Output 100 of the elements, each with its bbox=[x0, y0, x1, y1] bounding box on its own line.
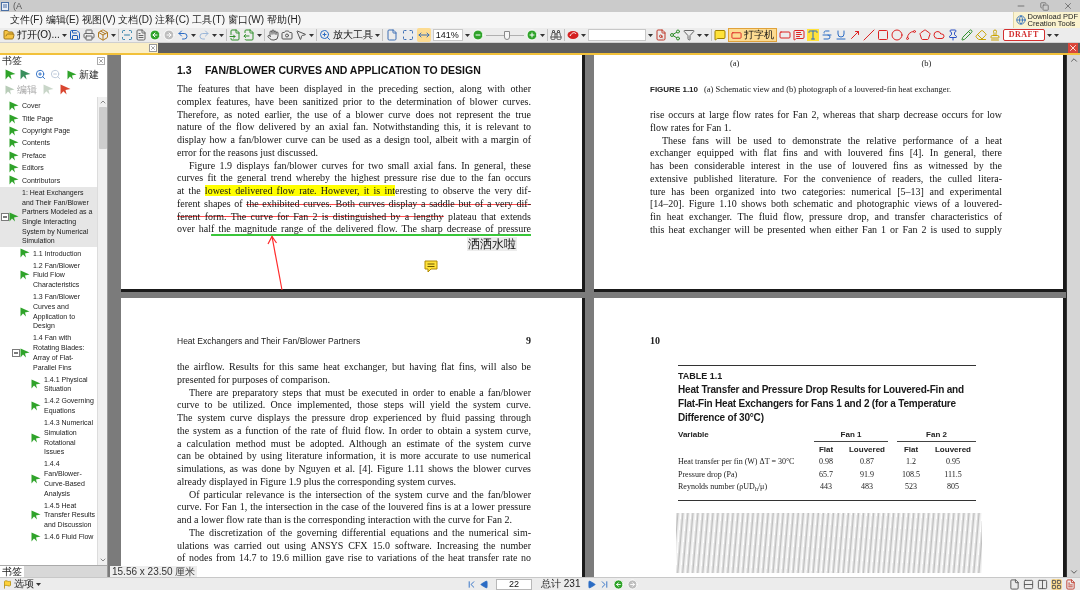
previous-page-icon[interactable] bbox=[480, 579, 489, 589]
flag-icon[interactable] bbox=[3, 579, 12, 589]
typewriter-button[interactable]: 打字机 bbox=[727, 28, 777, 42]
globe-icon[interactable] bbox=[1015, 15, 1026, 25]
note-icon[interactable] bbox=[424, 260, 438, 273]
page-number-field[interactable]: 22 bbox=[496, 578, 532, 590]
menu-item[interactable]: 注释(C) bbox=[154, 12, 191, 28]
caret-icon[interactable] bbox=[110, 33, 116, 37]
caret-icon[interactable] bbox=[539, 33, 545, 37]
table-label: TABLE 1.1 bbox=[678, 371, 724, 382]
rectangle-icon[interactable] bbox=[876, 29, 889, 41]
back-icon[interactable] bbox=[613, 578, 625, 590]
facing-pages-icon[interactable] bbox=[1037, 578, 1048, 590]
menu-item[interactable]: 文件(F) bbox=[9, 12, 44, 28]
collapse-bookmarks-icon[interactable] bbox=[20, 69, 31, 80]
caret-icon[interactable] bbox=[464, 33, 470, 37]
caret-icon[interactable] bbox=[580, 33, 586, 37]
strikethrough-icon[interactable] bbox=[820, 29, 833, 41]
minus-box-icon[interactable] bbox=[1, 212, 9, 221]
menu-item[interactable]: 帮助(H) bbox=[266, 12, 303, 28]
stamp-icon[interactable] bbox=[988, 29, 1001, 41]
pointer-icon[interactable] bbox=[294, 29, 307, 41]
pin-icon[interactable] bbox=[946, 29, 959, 41]
figure-caption: (a) Schematic view and (b) photograph of a louvered-fin heat exchanger. bbox=[704, 84, 952, 95]
bookmark-icon[interactable] bbox=[60, 84, 71, 95]
caret-icon[interactable] bbox=[61, 33, 67, 37]
zoom-field[interactable]: 141% bbox=[432, 29, 463, 41]
eraser-icon[interactable] bbox=[974, 29, 987, 41]
file-import-icon[interactable] bbox=[228, 29, 241, 41]
width-arrows-icon[interactable] bbox=[416, 28, 431, 42]
caret-icon[interactable] bbox=[647, 33, 653, 37]
new-bookmark-button[interactable]: 新建 bbox=[67, 69, 99, 80]
pdf-icon[interactable] bbox=[1065, 578, 1076, 590]
draft-stamp-button[interactable]: DRAFT bbox=[1002, 29, 1045, 41]
app-icon bbox=[1, 1, 9, 11]
comment-icon[interactable] bbox=[713, 29, 726, 41]
close-icon[interactable] bbox=[1068, 43, 1078, 53]
search-field[interactable] bbox=[587, 29, 646, 41]
open-button[interactable]: 打开(O)... bbox=[3, 28, 60, 42]
close-icon[interactable] bbox=[1063, 1, 1073, 11]
polyline-icon[interactable] bbox=[904, 29, 917, 41]
highlight-text-icon[interactable] bbox=[806, 29, 819, 41]
zoom-in-icon[interactable] bbox=[35, 69, 46, 80]
magnifier-icon[interactable] bbox=[318, 29, 331, 41]
next-page-icon[interactable] bbox=[587, 579, 597, 589]
text-box-icon[interactable] bbox=[778, 29, 791, 41]
caret-icon[interactable] bbox=[256, 33, 262, 37]
first-page-icon[interactable] bbox=[466, 578, 477, 590]
page-grid-icon[interactable] bbox=[1051, 578, 1062, 590]
slider-thumb[interactable] bbox=[503, 30, 510, 40]
document-icon[interactable] bbox=[134, 29, 147, 41]
line-icon[interactable] bbox=[862, 29, 875, 41]
scrollbar-thumb[interactable] bbox=[98, 107, 107, 149]
single-page-icon[interactable] bbox=[1009, 578, 1020, 590]
menu-item[interactable]: 文档(D) bbox=[117, 12, 154, 28]
arrow-icon[interactable] bbox=[848, 29, 861, 41]
menu-item[interactable]: 工具(T) bbox=[191, 12, 227, 28]
binoculars-icon[interactable] bbox=[549, 29, 562, 41]
expand-icon[interactable] bbox=[400, 28, 415, 42]
textbox-icon[interactable] bbox=[730, 29, 742, 41]
caret-icon[interactable] bbox=[374, 33, 380, 37]
undo-icon[interactable] bbox=[176, 29, 189, 41]
window-title: (A bbox=[13, 0, 22, 12]
continuous-page-icon[interactable] bbox=[1023, 578, 1034, 590]
caret-icon[interactable] bbox=[190, 33, 196, 37]
sidebar-tab[interactable]: 书签 bbox=[0, 566, 24, 577]
zoom-tool-button[interactable]: 放大工具 bbox=[318, 28, 373, 42]
caret-icon[interactable] bbox=[308, 33, 314, 37]
back-icon[interactable] bbox=[148, 29, 161, 41]
swirl-icon[interactable] bbox=[566, 29, 579, 41]
close-icon[interactable] bbox=[149, 44, 157, 52]
menu-item[interactable]: 窗口(W) bbox=[227, 12, 266, 28]
hand-icon[interactable] bbox=[266, 29, 279, 41]
scroll-down-icon[interactable] bbox=[98, 556, 107, 564]
funnel-icon[interactable] bbox=[682, 29, 695, 41]
ellipse-icon[interactable] bbox=[890, 29, 903, 41]
scroll-up-icon[interactable] bbox=[98, 98, 107, 106]
table-cell-text: Reynolds number (ρUD$_{h}$/μ) bbox=[678, 481, 769, 494]
save-icon[interactable] bbox=[68, 29, 81, 41]
cloud-icon[interactable] bbox=[932, 29, 945, 41]
zoom-slider[interactable] bbox=[485, 30, 524, 40]
print-icon[interactable] bbox=[82, 29, 95, 41]
camera-icon[interactable] bbox=[280, 29, 293, 41]
share-icon[interactable] bbox=[668, 29, 681, 41]
pentagon-icon[interactable] bbox=[918, 29, 931, 41]
minus-box-icon[interactable] bbox=[12, 348, 20, 357]
expand-bookmarks-icon[interactable] bbox=[5, 69, 16, 80]
scan-icon[interactable] bbox=[120, 29, 133, 41]
caret-icon[interactable] bbox=[36, 582, 41, 586]
table-title: Heat Transfer and Pressure Drop Results for Louvered-Fin and Flat-Fin Heat Exchangers for Fans 1 and 2 (for a Temperature Difference of 30°C) bbox=[678, 383, 965, 425]
scroll-up-icon[interactable] bbox=[1068, 55, 1079, 65]
options-button[interactable]: 选项 bbox=[14, 579, 34, 589]
scroll-down-icon[interactable] bbox=[1068, 567, 1079, 577]
pencil-icon[interactable] bbox=[960, 29, 973, 41]
folder-icon[interactable] bbox=[3, 29, 15, 41]
underline-icon[interactable] bbox=[834, 29, 847, 41]
close-icon[interactable] bbox=[97, 57, 105, 65]
menu-item[interactable]: 编辑(E) bbox=[44, 12, 81, 28]
menu-item[interactable]: 视图(V) bbox=[81, 12, 117, 28]
callout-icon[interactable] bbox=[792, 29, 805, 41]
